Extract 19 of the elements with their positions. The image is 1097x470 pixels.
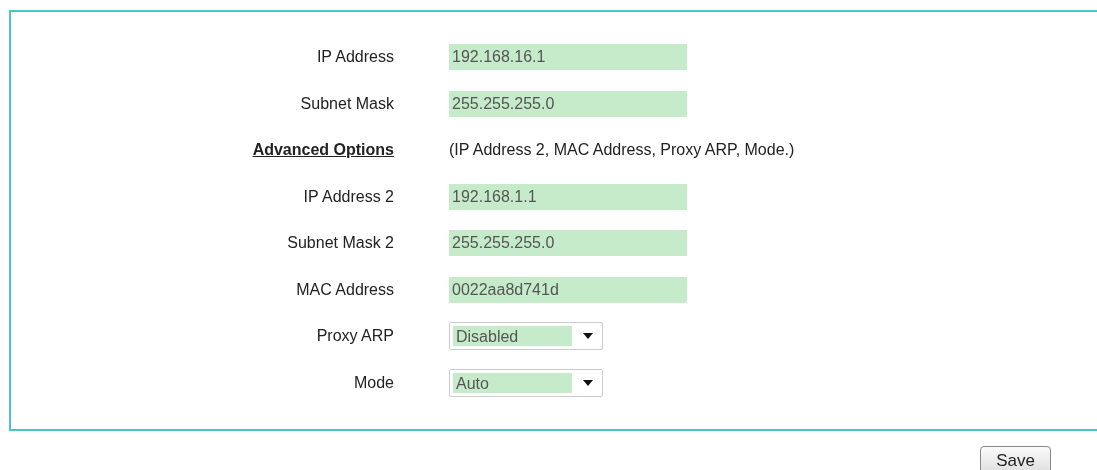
- field-label: Mode: [353, 373, 394, 391]
- field-label: Proxy ARP: [316, 327, 394, 344]
- dropdown[interactable]: Auto: [449, 368, 603, 397]
- text-field[interactable]: 192.168.16.1: [449, 44, 687, 70]
- dropdown[interactable]: Disabled: [449, 322, 603, 350]
- field-label: Subnet Mask: [300, 94, 394, 112]
- text-field[interactable]: 255.255.255.0: [449, 90, 687, 117]
- caret-icon: [583, 333, 593, 339]
- text-field[interactable]: 255.255.255.0: [449, 230, 687, 256]
- advanced-options-link[interactable]: Advanced Options: [252, 141, 394, 158]
- text-field[interactable]: 0022aa8d741d: [449, 276, 687, 303]
- caret-icon: [583, 379, 593, 386]
- text-field[interactable]: 192.168.1.1: [449, 183, 687, 210]
- advanced-options-note: (IP Address 2, MAC Address, Proxy ARP, Mode.): [449, 141, 795, 158]
- field-label: Subnet Mask 2: [287, 234, 394, 251]
- field-label: MAC Address: [296, 280, 394, 298]
- save-button[interactable]: Save: [980, 446, 1051, 470]
- field-label: IP Address 2: [303, 187, 394, 205]
- field-label: IP Address: [316, 48, 394, 65]
